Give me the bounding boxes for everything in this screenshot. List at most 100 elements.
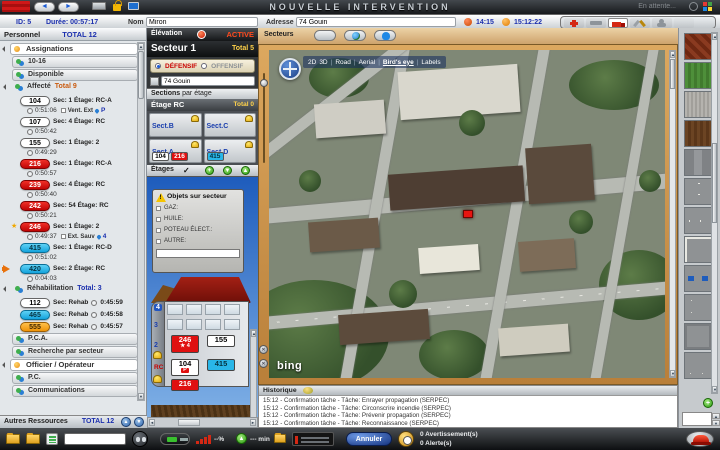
building-icon[interactable] [150,77,159,86]
tree-node-pc[interactable]: P.C. [12,372,138,384]
personnel-scrollbar[interactable]: ▲ ▼ [137,42,145,401]
historique-log[interactable]: 15:12 - Confirmation tâche - Tâche: Enra… [259,396,677,427]
unit-badge[interactable]: 104 [152,152,169,161]
unit-badge[interactable]: 242 [20,201,50,211]
folder-icon[interactable] [26,434,40,444]
person-button[interactable] [652,18,672,28]
grass-texture-tile[interactable] [684,62,712,89]
refresh-icon[interactable] [689,2,698,11]
address-input[interactable] [296,17,456,27]
move-down-button[interactable]: ▼ [223,166,232,175]
menu-2d[interactable]: 2D [308,59,316,66]
scroll-up-icon[interactable]: ▲ [138,43,144,50]
unit-badge[interactable]: 239 [20,180,50,190]
tree-node-affecte[interactable]: AffectéTotal 9 [12,82,138,94]
autres-ressources-bar[interactable]: Autres RessourcesTOTAL 12 ▲ ▼ [0,415,147,428]
unit-badge[interactable]: 415 [20,243,50,253]
autre-checkbox[interactable] [156,239,161,244]
spin-up-icon[interactable]: ▲ [712,413,720,419]
scroll-up-icon[interactable]: ▲ [712,33,717,40]
unit-chip-415[interactable]: 415 [207,359,235,371]
menu-birdseye[interactable]: Bird's eye [383,59,414,66]
poteau-checkbox[interactable] [156,228,161,233]
unit-badge[interactable]: 465 [20,310,50,320]
elevation-canvas[interactable]: ! Objets sur secteur GAZ: HUILE: POTEAU … [147,177,258,417]
add-floor-button[interactable]: + [205,166,214,175]
defensif-radio[interactable] [155,63,161,69]
dirt-texture-tile[interactable] [684,120,712,147]
gravel-texture-tile[interactable] [684,91,712,118]
pan-button[interactable] [374,30,396,41]
palette-spinbox[interactable]: ▲ ▼ [682,412,712,426]
unit-badge[interactable]: 420 [20,264,50,274]
annuler-button[interactable]: Annuler [346,432,392,446]
road-tile-vehicles[interactable] [684,265,712,292]
palette-add-button[interactable]: + [703,398,713,408]
check-button[interactable]: ✓ [183,166,190,175]
menu-3d[interactable]: 3D [319,59,327,66]
name-input[interactable] [146,17,258,27]
menu-aerial[interactable]: Aerial [359,59,376,66]
scroll-thumb[interactable] [712,143,717,223]
tree-node-pca[interactable]: P.C.A. [12,333,138,345]
unit-badge[interactable]: 216 [20,159,50,169]
road-tile[interactable] [684,323,712,350]
expand-arrow[interactable] [3,84,9,90]
unit-badge[interactable]: 555 [20,322,50,332]
historique-header[interactable]: Historique [259,386,677,396]
task-checkbox[interactable] [61,234,66,239]
menu-road[interactable]: Road [335,59,351,66]
tools-button[interactable] [630,18,650,28]
unit-badge[interactable]: 107 [20,117,50,127]
expand-arrow[interactable] [2,362,8,368]
move-up-button[interactable]: ▲ [241,166,250,175]
map-scrollbar[interactable]: ▲ ▼ [669,50,676,378]
elevation-address-input[interactable] [161,76,255,86]
tree-node-1016[interactable]: 10-16 [12,56,138,68]
scroll-thumb[interactable] [178,419,200,426]
expand-arrow[interactable] [3,286,9,292]
tree-node-assignations[interactable]: Assignations [10,43,138,55]
collapse-down-button[interactable]: ▼ [134,417,144,427]
scroll-thumb[interactable] [670,59,675,89]
unit-badge[interactable]: 415 [207,152,224,161]
scroll-down-icon[interactable]: ▼ [670,370,675,377]
unit-badge[interactable]: 246 [20,222,50,232]
unit-badge[interactable]: 155 [20,138,50,148]
autre-input[interactable] [156,249,240,258]
zoom-slider[interactable] [260,73,268,163]
unit-chip-155[interactable]: 155 [207,335,235,347]
section-cell-d[interactable]: Sect.D 415 [204,139,257,163]
folder-icon[interactable] [6,434,20,444]
floor-label-4[interactable]: 4 [154,304,162,311]
elevation-hscrollbar[interactable]: ◄ ► [147,417,258,428]
compass-control[interactable] [279,58,301,80]
unit-badge[interactable]: 216 [171,152,188,161]
section-cell-c[interactable]: Sect.C [204,113,257,137]
tree-node-recherche[interactable]: Recherche par secteur [12,346,138,358]
spin-down-icon[interactable]: ▼ [712,420,720,426]
scroll-down-icon[interactable]: ▼ [712,386,717,393]
ladder-button[interactable] [586,18,606,28]
gaz-checkbox[interactable] [156,206,161,211]
tree-node-communications[interactable]: Communications [12,385,138,397]
road-tile-vertical[interactable] [684,178,712,205]
section-cell-b[interactable]: Sect.B [149,113,202,137]
scroll-thumb[interactable] [138,51,144,99]
record-icon[interactable] [197,30,206,39]
roof-texture-tile[interactable] [684,33,712,60]
globe-button[interactable] [344,30,366,41]
firetruck-button[interactable] [608,18,628,28]
clipboard-icon[interactable] [46,433,58,445]
scroll-left-icon[interactable]: ◄ [149,419,155,426]
scroll-down-icon[interactable]: ▼ [138,393,144,400]
road-tile[interactable] [684,352,712,379]
road-tile-cross[interactable] [684,236,712,263]
tree-node-disponible[interactable]: Disponible [12,69,138,81]
menu-labels[interactable]: Labels [421,59,440,66]
palette-scrollbar[interactable]: ▲ ▼ [711,32,718,394]
binoculars-button[interactable] [132,431,148,447]
road-tile[interactable] [684,149,712,176]
expand-arrow[interactable] [2,46,8,52]
map-canvas[interactable]: 2D 3D| Road| Aerial| Bird's eye| Labels … [269,50,665,378]
